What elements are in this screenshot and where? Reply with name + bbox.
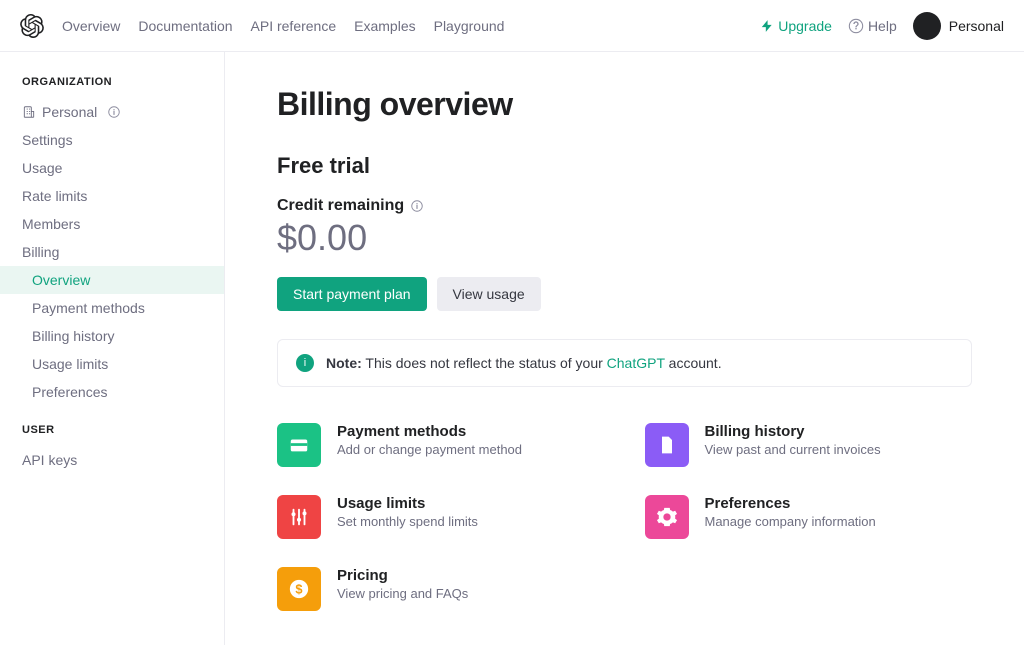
card-desc: View pricing and FAQs bbox=[337, 586, 468, 601]
nav-overview[interactable]: Overview bbox=[62, 18, 120, 34]
cards-grid: Payment methods Add or change payment met… bbox=[277, 423, 972, 611]
top-header: Overview Documentation API reference Exa… bbox=[0, 0, 1024, 52]
sidebar-usage[interactable]: Usage bbox=[0, 154, 224, 182]
help-button[interactable]: Help bbox=[848, 18, 897, 34]
card-title: Preferences bbox=[705, 495, 876, 512]
card-pricing[interactable]: $ Pricing View pricing and FAQs bbox=[277, 567, 605, 611]
sidebar-billing-overview[interactable]: Overview bbox=[0, 266, 224, 294]
card-title: Payment methods bbox=[337, 423, 522, 440]
org-section-label: ORGANIZATION bbox=[0, 76, 224, 98]
sidebar-billing-preferences[interactable]: Preferences bbox=[0, 378, 224, 406]
org-name: Personal bbox=[42, 104, 97, 120]
sidebar: ORGANIZATION Personal Settings Usage Rat… bbox=[0, 52, 225, 645]
info-icon: i bbox=[296, 354, 314, 372]
profile-menu[interactable]: Personal bbox=[913, 12, 1004, 40]
upgrade-label: Upgrade bbox=[778, 18, 832, 34]
trial-heading: Free trial bbox=[277, 153, 972, 179]
info-icon[interactable] bbox=[410, 199, 424, 213]
button-row: Start payment plan View usage bbox=[277, 277, 972, 311]
card-desc: Add or change payment method bbox=[337, 442, 522, 457]
help-icon bbox=[848, 18, 864, 34]
credit-value: $0.00 bbox=[277, 217, 972, 259]
help-label: Help bbox=[868, 18, 897, 34]
card-usage-limits[interactable]: Usage limits Set monthly spend limits bbox=[277, 495, 605, 539]
card-title: Usage limits bbox=[337, 495, 478, 512]
credit-label: Credit remaining bbox=[277, 197, 972, 215]
main-content: Billing overview Free trial Credit remai… bbox=[225, 52, 1024, 645]
card-preferences[interactable]: Preferences Manage company information bbox=[645, 495, 973, 539]
bolt-icon bbox=[760, 19, 774, 33]
sidebar-billing-payment-methods[interactable]: Payment methods bbox=[0, 294, 224, 322]
openai-logo-icon bbox=[20, 14, 44, 38]
nav-documentation[interactable]: Documentation bbox=[138, 18, 232, 34]
sidebar-api-keys[interactable]: API keys bbox=[0, 446, 224, 474]
card-desc: View past and current invoices bbox=[705, 442, 881, 457]
profile-name: Personal bbox=[949, 18, 1004, 34]
start-payment-plan-button[interactable]: Start payment plan bbox=[277, 277, 427, 311]
sidebar-billing[interactable]: Billing bbox=[0, 238, 224, 266]
top-nav: Overview Documentation API reference Exa… bbox=[62, 18, 760, 34]
view-usage-button[interactable]: View usage bbox=[437, 277, 541, 311]
sidebar-billing-history[interactable]: Billing history bbox=[0, 322, 224, 350]
file-icon bbox=[645, 423, 689, 467]
nav-playground[interactable]: Playground bbox=[434, 18, 505, 34]
info-icon bbox=[107, 105, 121, 119]
logo[interactable] bbox=[20, 14, 44, 38]
page-title: Billing overview bbox=[277, 86, 972, 123]
sliders-icon bbox=[277, 495, 321, 539]
note-banner: i Note: This does not reflect the status… bbox=[277, 339, 972, 387]
org-selector[interactable]: Personal bbox=[0, 98, 224, 126]
card-billing-history[interactable]: Billing history View past and current inv… bbox=[645, 423, 973, 467]
svg-text:$: $ bbox=[295, 582, 302, 597]
nav-examples[interactable]: Examples bbox=[354, 18, 415, 34]
building-icon bbox=[22, 105, 36, 119]
card-desc: Set monthly spend limits bbox=[337, 514, 478, 529]
card-icon bbox=[277, 423, 321, 467]
card-payment-methods[interactable]: Payment methods Add or change payment met… bbox=[277, 423, 605, 467]
avatar bbox=[913, 12, 941, 40]
header-right: Upgrade Help Personal bbox=[760, 12, 1004, 40]
nav-api-reference[interactable]: API reference bbox=[251, 18, 337, 34]
dollar-icon: $ bbox=[277, 567, 321, 611]
card-title: Pricing bbox=[337, 567, 468, 584]
gear-icon bbox=[645, 495, 689, 539]
user-section-label: USER bbox=[0, 424, 224, 446]
upgrade-button[interactable]: Upgrade bbox=[760, 18, 832, 34]
sidebar-members[interactable]: Members bbox=[0, 210, 224, 238]
card-title: Billing history bbox=[705, 423, 881, 440]
card-desc: Manage company information bbox=[705, 514, 876, 529]
chatgpt-link[interactable]: ChatGPT bbox=[607, 355, 665, 371]
note-text: Note: This does not reflect the status o… bbox=[326, 355, 722, 371]
sidebar-rate-limits[interactable]: Rate limits bbox=[0, 182, 224, 210]
sidebar-settings[interactable]: Settings bbox=[0, 126, 224, 154]
sidebar-billing-usage-limits[interactable]: Usage limits bbox=[0, 350, 224, 378]
